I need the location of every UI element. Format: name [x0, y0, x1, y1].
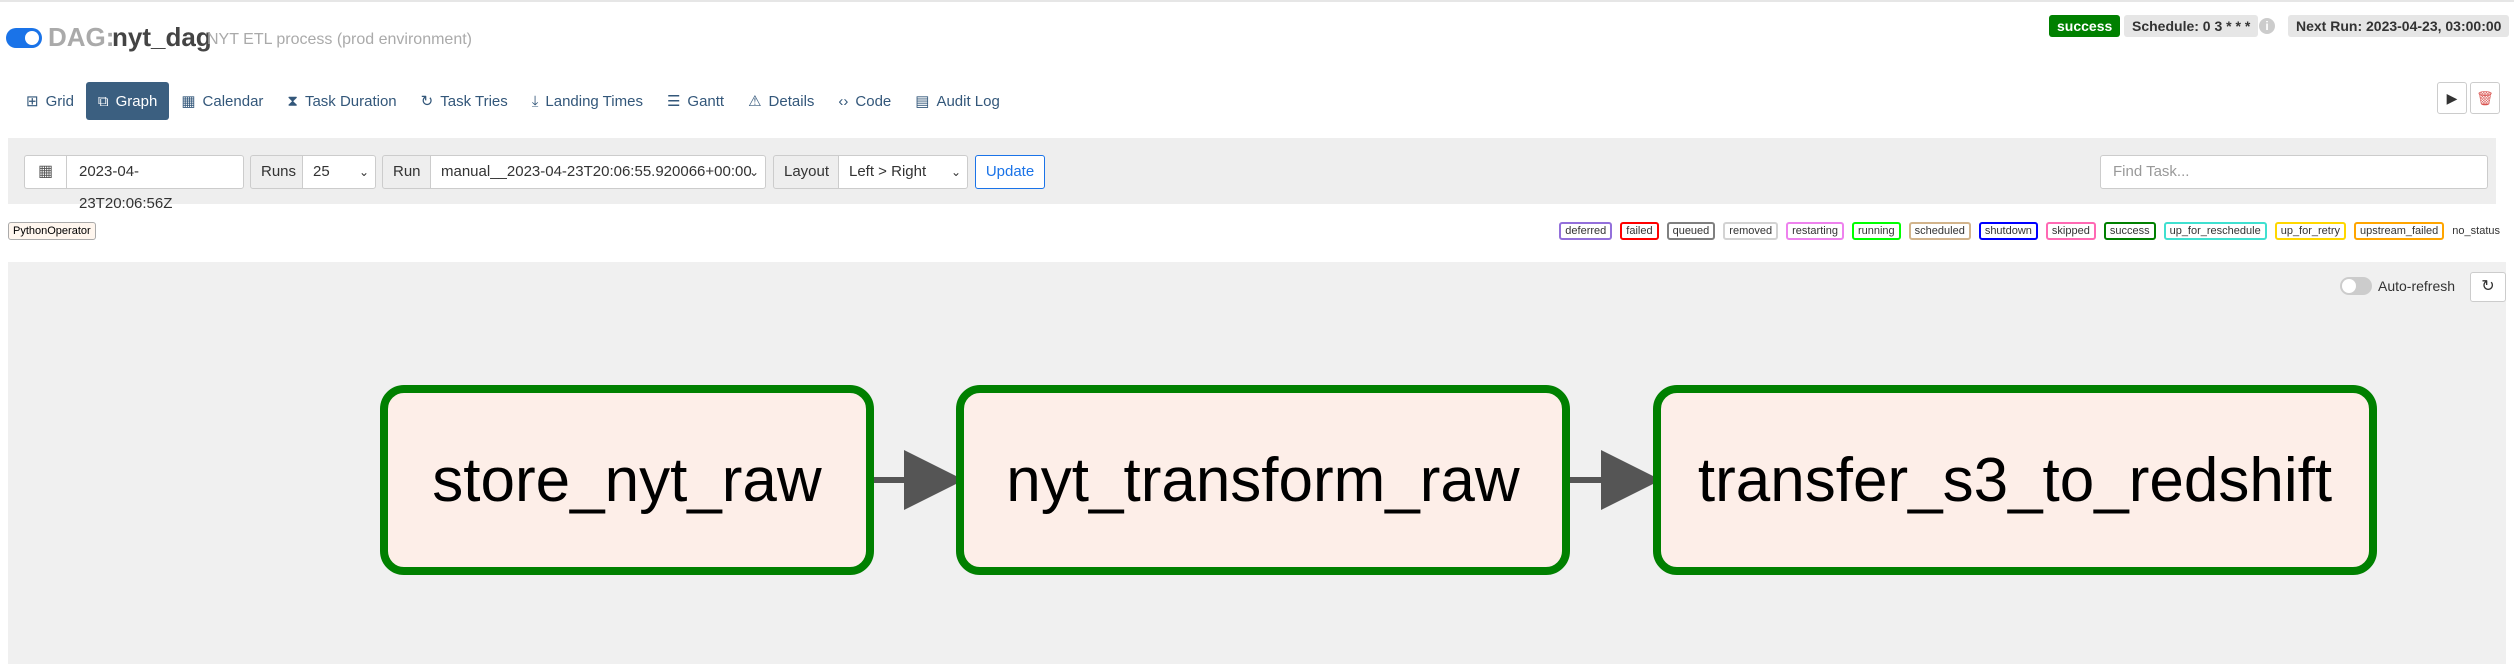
- task-node-store-nyt-raw[interactable]: store_nyt_raw: [380, 385, 874, 575]
- task-node-nyt-transform-raw[interactable]: nyt_transform_raw: [956, 385, 1570, 575]
- task-node-transfer-s3-to-redshift[interactable]: transfer_s3_to_redshift: [1653, 385, 2377, 575]
